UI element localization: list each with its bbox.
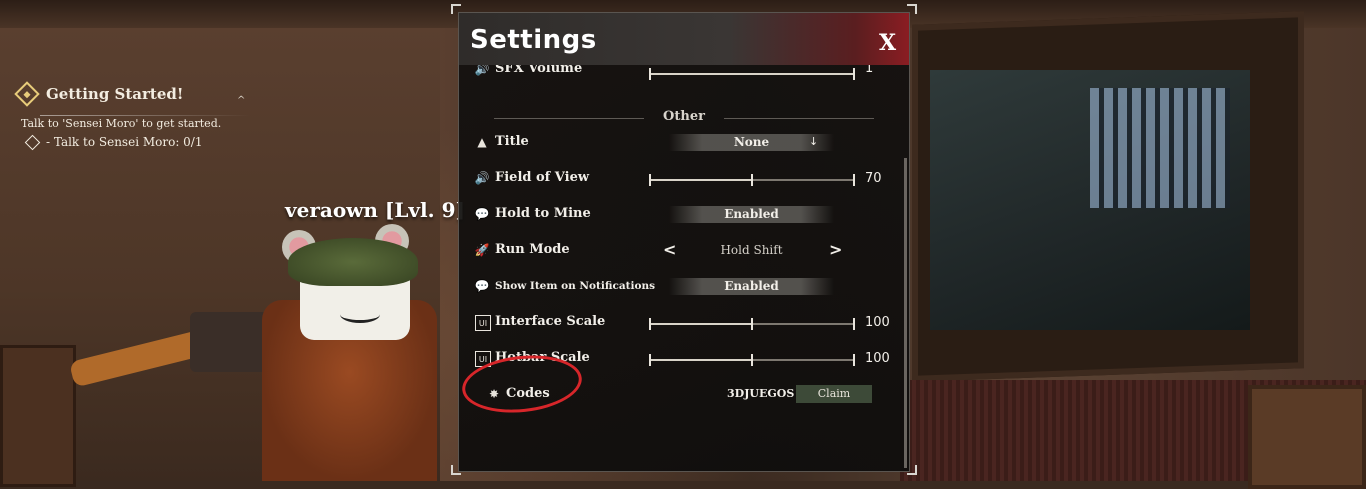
setting-label: Field of View [495,170,590,185]
quest-description: Talk to 'Sensei Moro' to get started. [21,117,222,130]
setting-hold-to-mine: 💬 Hold to Mine Enabled [459,203,899,227]
slider-start-tick [649,174,651,186]
slider-handle[interactable] [853,68,855,80]
slider-fill [649,179,751,181]
setting-label: Hold to Mine [495,206,591,221]
task-diamond-icon [24,134,41,150]
settings-header: Settings X [459,13,909,65]
window-light [1090,88,1230,208]
running-shoe-icon: 🚀 [474,243,490,257]
setting-label: Run Mode [495,242,570,257]
setting-field-of-view: 🔊 Field of View 70 [459,167,899,191]
crate [0,345,76,487]
interface-scale-slider[interactable] [649,318,855,330]
collapse-caret-icon[interactable]: ^ [237,95,245,106]
slider-end-tick [853,174,855,186]
section-header-other: Other [459,109,909,129]
setting-label: Show Item on Notifications [495,280,656,292]
code-input[interactable]: 3DJUEGOS [727,387,794,400]
slider-handle[interactable] [751,354,753,366]
chevron-down-icon[interactable]: ↓ [809,135,818,148]
slider-value: 1 [865,65,874,76]
setting-show-item-notifications: 💬 Show Item on Notifications Enabled [459,275,899,299]
run-mode-prev-button[interactable]: < [663,240,676,259]
slider-start-tick [649,354,651,366]
setting-label: Title [495,134,529,149]
slider-value: 100 [865,351,890,366]
hat-icon: ▲ [477,135,487,149]
setting-title: ▲ Title None ↓ [459,131,899,155]
hold-to-mine-toggle[interactable]: Enabled [669,206,834,223]
hotbar-scale-slider[interactable] [649,354,855,366]
slider-end-tick [853,354,855,366]
close-button[interactable]: X [879,30,896,56]
section-divider [494,118,644,119]
slider-fill [649,323,751,325]
player-name-tag: veraown [Lvl. 9] [285,198,465,222]
section-divider [724,118,874,119]
setting-sfx-volume: 🔊 SFX Volume 1 [459,65,899,89]
setting-interface-scale: UI Interface Scale 100 [459,311,899,335]
quest-task: - Talk to Sensei Moro: 0/1 [24,134,252,150]
slider-handle[interactable] [751,174,753,186]
slider-start-tick [649,318,651,330]
setting-run-mode: 🚀 Run Mode < Hold Shift > [459,239,899,263]
slider-value: 100 [865,315,890,330]
slider-fill [649,359,751,361]
dropdown-value: None [733,135,770,149]
settings-title: Settings [470,25,597,55]
quest-divider [40,115,250,116]
quest-title: Getting Started! [46,85,184,103]
slider-start-tick [649,68,651,80]
chat-bubble-icon: 💬 [474,207,490,221]
quest-title-row[interactable]: Getting Started! [12,81,252,107]
fov-slider[interactable] [649,174,855,186]
setting-label: Interface Scale [495,314,606,329]
claim-button[interactable]: Claim [796,385,872,403]
diamond-quest-icon [14,81,40,107]
character-hat [288,238,418,286]
character-smile [340,306,380,323]
chat-bubble-icon: 💬 [474,279,490,293]
slider-value: 70 [865,171,882,186]
speaker-icon: 🔊 [474,65,490,76]
crate [1248,385,1366,489]
quest-tracker: Getting Started! ^ Talk to 'Sensei Moro'… [12,81,252,150]
slider-end-tick [853,318,855,330]
slider-fill [649,73,853,75]
ui-icon: UI [475,315,491,331]
run-mode-next-button[interactable]: > [829,240,842,259]
sfx-volume-slider[interactable] [649,68,855,80]
section-label: Other [663,109,705,124]
notifications-toggle[interactable]: Enabled [669,278,834,295]
quest-task-text: - Talk to Sensei Moro: 0/1 [46,135,203,149]
run-mode-value: Hold Shift [720,243,783,257]
setting-label: SFX Volume [495,65,583,76]
slider-handle[interactable] [751,318,753,330]
speaker-icon: 🔊 [474,171,490,185]
